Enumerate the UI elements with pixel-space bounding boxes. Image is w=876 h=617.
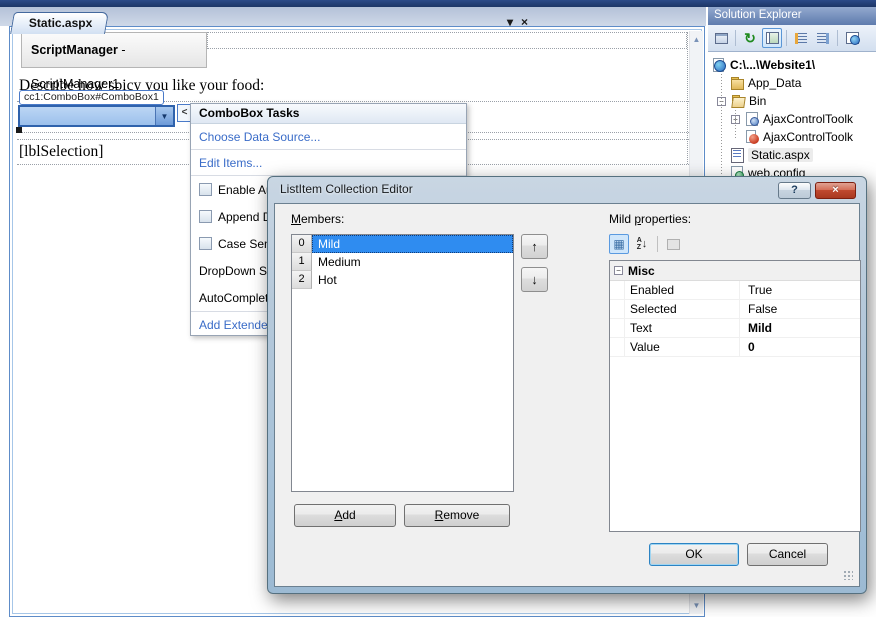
- tree-item-website-root[interactable]: C:\...\Website1\: [708, 56, 876, 74]
- properties-icon: [715, 33, 728, 44]
- choose-data-source-link[interactable]: Choose Data Source...: [191, 124, 466, 150]
- scriptmanager-control[interactable]: ScriptManager - ScriptManager1: [21, 32, 207, 68]
- cancel-button[interactable]: Cancel: [747, 543, 828, 566]
- combobox-id-tag: cc1:ComboBox#ComboBox1: [19, 90, 164, 105]
- dialog-client-area: Members: 0 Mild 1 Medium 2 Hot ↑ ↓ Mild …: [275, 204, 859, 586]
- label-control[interactable]: [lblSelection]: [19, 143, 103, 161]
- selection-handle[interactable]: [16, 127, 22, 133]
- tree-item-ajaxcontroltoolkit-pdb[interactable]: AjaxControlToolk: [708, 128, 876, 146]
- combobox-control[interactable]: ▼: [18, 105, 175, 127]
- member-row[interactable]: 0 Mild: [292, 235, 513, 253]
- toolbar-separator: [786, 30, 787, 46]
- dialog-title: ListItem Collection Editor: [280, 182, 413, 196]
- alphabetical-sort-button[interactable]: AZ ↓: [632, 234, 652, 254]
- toolbar-separator: [657, 236, 658, 252]
- property-row[interactable]: Text Mild: [610, 319, 860, 338]
- property-row[interactable]: Selected False: [610, 300, 860, 319]
- nest-related-files-button[interactable]: [791, 28, 811, 48]
- dropdown-arrow-icon: ▼: [161, 112, 169, 121]
- category-row[interactable]: − Misc: [610, 261, 860, 281]
- nest-related-files-icon: [795, 33, 807, 44]
- categorized-icon: ▦: [613, 238, 624, 250]
- toolbar-separator: [735, 30, 736, 46]
- combobox-text-area[interactable]: [20, 107, 155, 125]
- ok-button[interactable]: OK: [649, 543, 739, 566]
- listitem-collection-editor-dialog: ListItem Collection Editor ? × Members: …: [267, 176, 867, 594]
- resize-grip-icon[interactable]: [843, 570, 853, 580]
- tree-connector: [721, 74, 722, 176]
- close-button[interactable]: ×: [815, 182, 856, 199]
- solution-tree: C:\...\Website1\ App_Data − Bin + AjaxCo…: [708, 52, 876, 182]
- member-row[interactable]: 1 Medium: [292, 253, 513, 271]
- checkbox-icon[interactable]: [199, 210, 212, 223]
- solution-explorer-toolbar: ↻: [708, 25, 876, 52]
- website-root-icon: [712, 58, 726, 72]
- tab-label: Static.aspx: [29, 13, 92, 34]
- move-up-button[interactable]: ↑: [521, 234, 548, 259]
- properties-label: Mild properties:: [609, 212, 691, 226]
- toolbar-separator: [837, 30, 838, 46]
- category-label: Misc: [628, 264, 655, 278]
- pdb-icon: [745, 130, 759, 144]
- tree-connector: [735, 110, 736, 140]
- checkbox-icon[interactable]: [199, 183, 212, 196]
- property-row[interactable]: Enabled True: [610, 281, 860, 300]
- view-code-button[interactable]: [813, 28, 833, 48]
- document-tab-strip: Static.aspx ▾ ×: [0, 7, 706, 26]
- combobox-dropdown-button[interactable]: ▼: [155, 107, 173, 125]
- designer-dotted-line-vertical: [687, 32, 688, 164]
- window-top-strip: [0, 0, 876, 7]
- scroll-down-icon[interactable]: ▼: [690, 597, 703, 610]
- tree-item-app-data[interactable]: App_Data: [708, 74, 876, 92]
- tree-item-bin[interactable]: − Bin: [708, 92, 876, 110]
- designer-div-outline: [207, 32, 687, 49]
- view-code-icon: [817, 33, 829, 44]
- open-folder-icon: [731, 94, 745, 108]
- scriptmanager-name: ScriptManager: [31, 43, 118, 57]
- remove-button[interactable]: Remove: [404, 504, 510, 527]
- property-row[interactable]: Value 0: [610, 338, 860, 357]
- vs-window: Static.aspx ▾ × ScriptManager - ScriptMa…: [0, 0, 876, 617]
- property-pages-icon: [667, 239, 680, 250]
- member-text: Hot: [312, 271, 513, 289]
- view-designer-button[interactable]: [842, 28, 862, 48]
- scroll-up-icon[interactable]: ▲: [690, 31, 703, 44]
- assembly-icon: [745, 112, 759, 126]
- copy-website-icon: [766, 32, 779, 44]
- property-pages-button: [663, 234, 683, 254]
- add-button[interactable]: Add: [294, 504, 396, 527]
- view-designer-icon: [846, 32, 859, 44]
- properties-button[interactable]: [711, 28, 731, 48]
- member-row[interactable]: 2 Hot: [292, 271, 513, 289]
- sort-az-icon: AZ ↓: [637, 237, 648, 251]
- tree-item-static-aspx[interactable]: Static.aspx: [708, 146, 876, 164]
- property-grid-toolbar: ▦ AZ ↓: [609, 232, 861, 256]
- edit-items-link[interactable]: Edit Items...: [191, 150, 466, 176]
- folder-icon: [730, 76, 744, 90]
- aspx-page-icon: [730, 148, 744, 162]
- categorized-button[interactable]: ▦: [609, 234, 629, 254]
- solution-explorer-title: Solution Explorer: [708, 7, 876, 25]
- member-index: 2: [292, 271, 312, 289]
- move-down-button[interactable]: ↓: [521, 267, 548, 292]
- members-listbox[interactable]: 0 Mild 1 Medium 2 Hot: [291, 234, 514, 492]
- member-text: Medium: [312, 253, 513, 271]
- help-button[interactable]: ?: [778, 182, 811, 199]
- refresh-button[interactable]: ↻: [740, 28, 760, 48]
- member-index: 1: [292, 253, 312, 271]
- copy-website-button[interactable]: [762, 28, 782, 48]
- tasks-panel-title: ComboBox Tasks: [191, 104, 466, 124]
- refresh-icon: ↻: [744, 31, 756, 45]
- member-text: Mild: [312, 235, 513, 253]
- tree-item-ajaxcontroltoolkit-dll[interactable]: + AjaxControlToolk: [708, 110, 876, 128]
- collapse-icon[interactable]: −: [614, 266, 623, 275]
- property-grid: − Misc Enabled True Selected False Text …: [609, 260, 861, 532]
- member-index: 0: [292, 235, 312, 253]
- tab-static-aspx[interactable]: Static.aspx: [10, 12, 109, 34]
- members-label: Members:: [291, 212, 344, 226]
- checkbox-icon[interactable]: [199, 237, 212, 250]
